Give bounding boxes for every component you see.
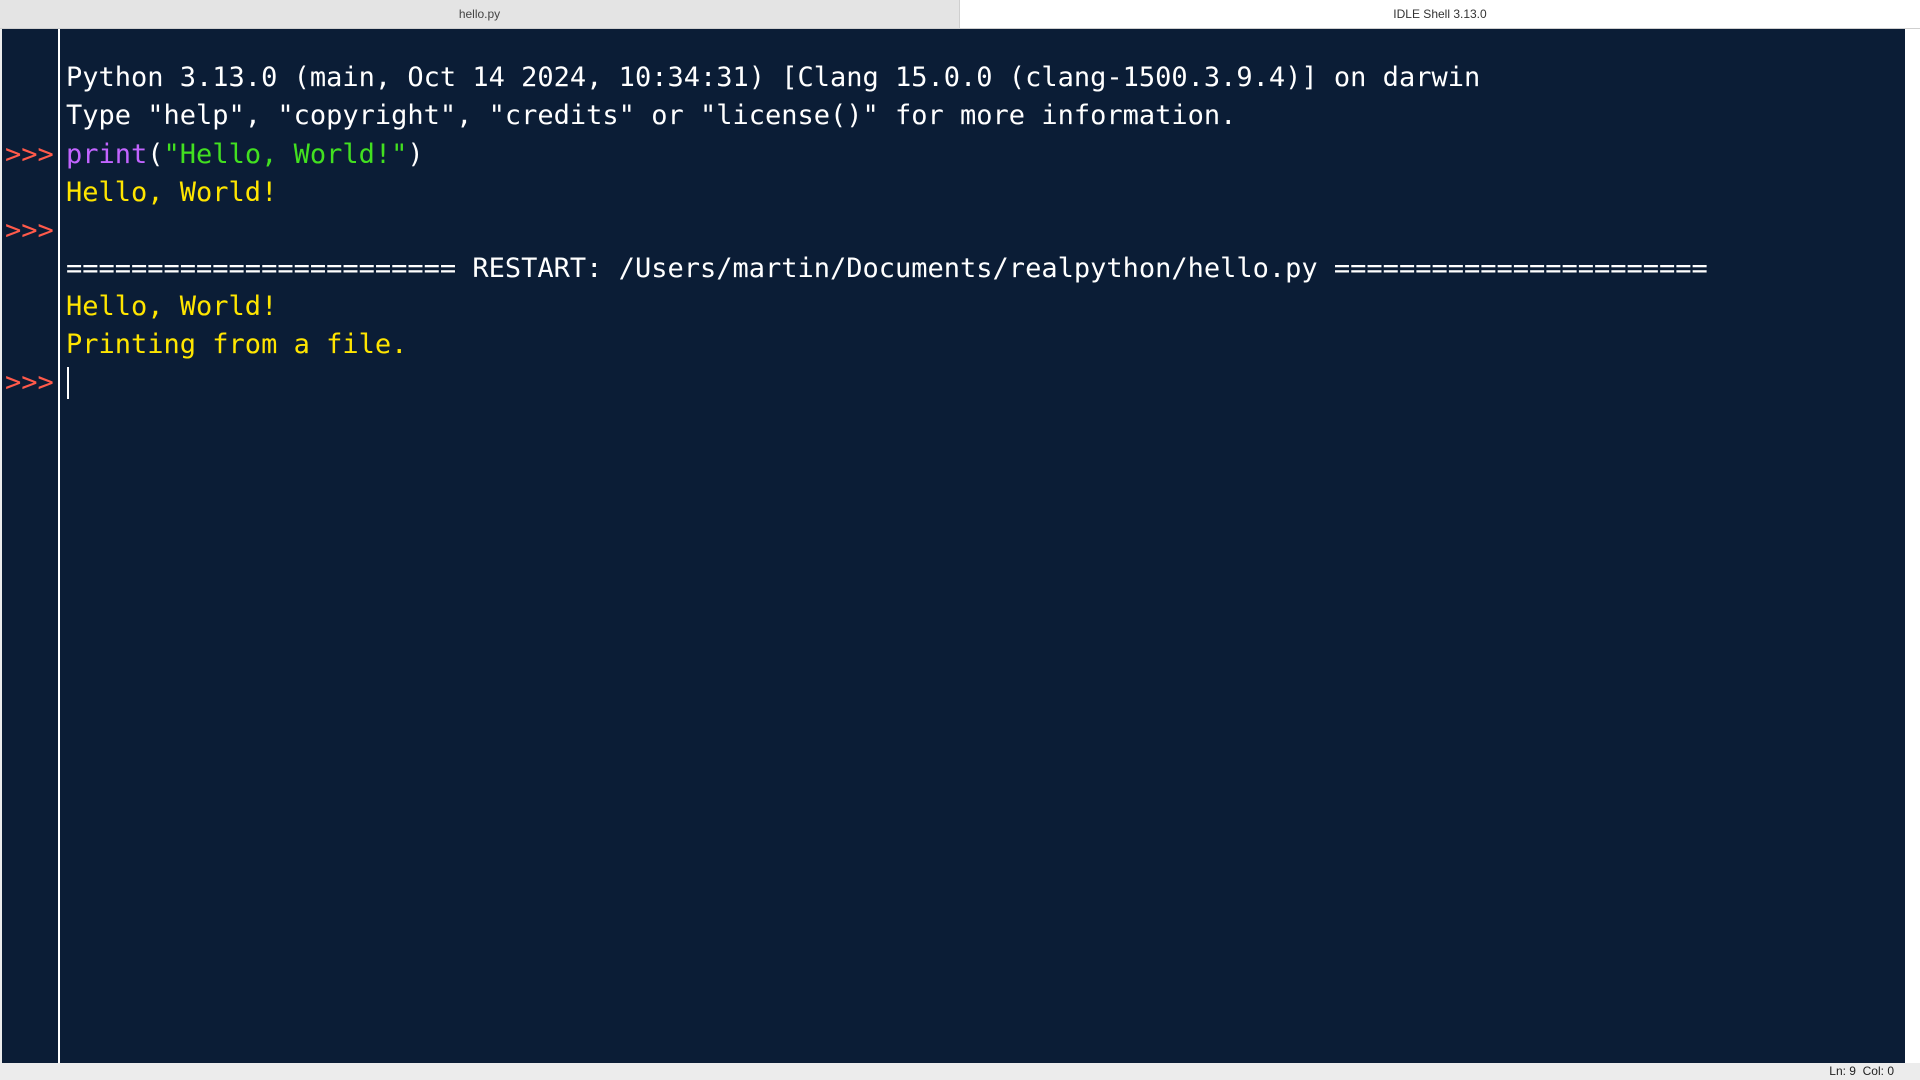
idle-window: hello.py IDLE Shell 3.13.0 >>> >>> >>> P… [0, 0, 1920, 1080]
stdout-line: Hello, World! [66, 291, 278, 322]
banner-help-line: Type "help", "copyright", "credits" or "… [66, 100, 1237, 131]
stdout-line: Printing from a file. [66, 329, 408, 360]
shell-panel[interactable]: >>> >>> >>> Python 3.13.0 (main, Oct 14 … [2, 29, 1905, 1063]
text-cursor [67, 367, 69, 399]
close-paren: ) [407, 139, 424, 170]
string-literal: "Hello, World!" [163, 139, 408, 170]
restart-line: ======================== RESTART: /Users… [66, 253, 1708, 284]
status-bar: Ln: 9 Col: 0 [0, 1063, 1920, 1080]
tab-hello-py[interactable]: hello.py [0, 0, 960, 28]
stdout-line: Hello, World! [66, 177, 278, 208]
prompt-marker: >>> [5, 215, 54, 246]
prompt-gutter: >>> >>> >>> [2, 29, 60, 1063]
window-edge [1905, 29, 1920, 1063]
line-column-indicator: Ln: 9 Col: 0 [1829, 1064, 1894, 1078]
tab-bar: hello.py IDLE Shell 3.13.0 [0, 0, 1920, 29]
open-paren: ( [147, 139, 164, 170]
prompt-marker: >>> [5, 139, 54, 170]
shell-text-area[interactable]: Python 3.13.0 (main, Oct 14 2024, 10:34:… [60, 29, 1905, 1063]
prompt-marker: >>> [5, 367, 54, 398]
builtin-print: print [66, 139, 148, 170]
banner-line: Python 3.13.0 (main, Oct 14 2024, 10:34:… [66, 62, 1481, 93]
tab-idle-shell[interactable]: IDLE Shell 3.13.0 [960, 0, 1920, 28]
input-command-line: print("Hello, World!") [66, 136, 424, 174]
